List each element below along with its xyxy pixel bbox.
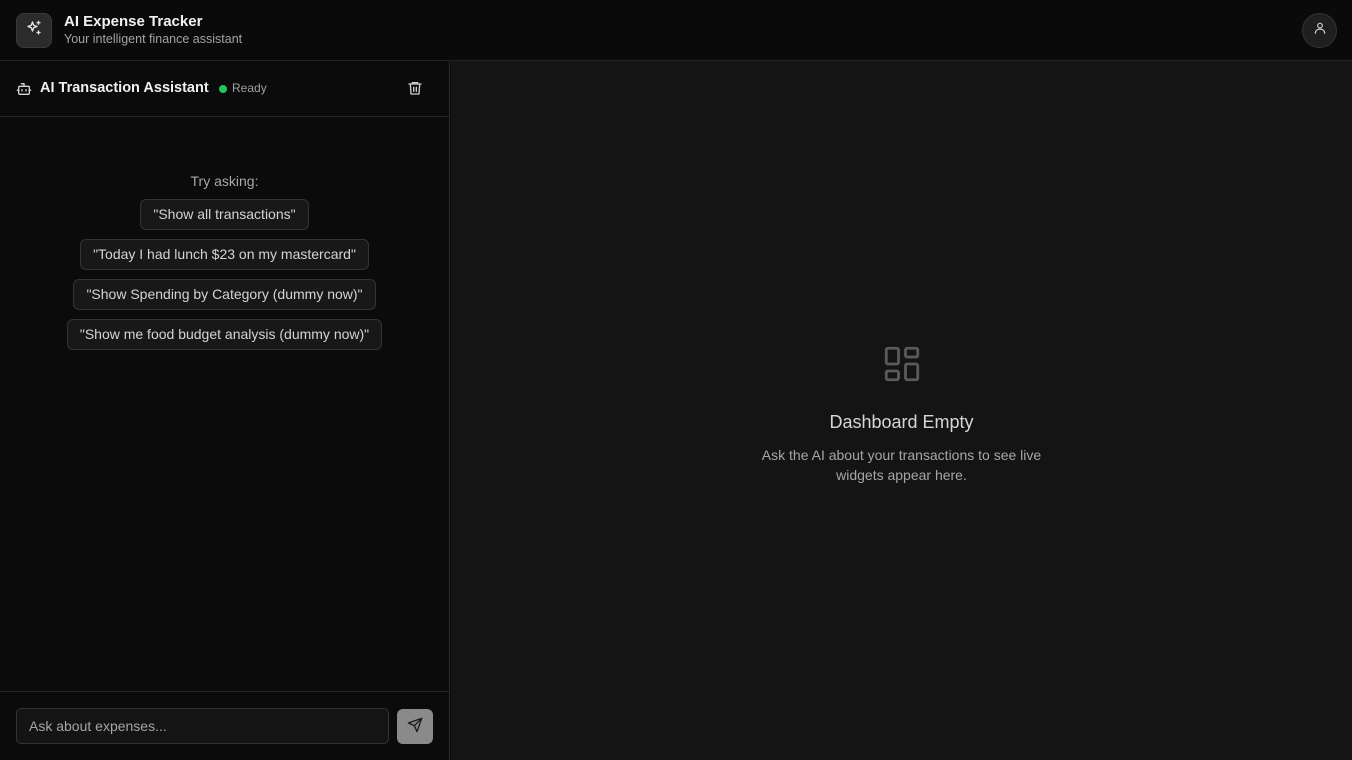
app-subtitle: Your intelligent finance assistant <box>64 32 243 46</box>
dashboard-empty-description: Ask the AI about your transactions to se… <box>761 447 1042 483</box>
send-icon <box>407 717 423 736</box>
sparkles-icon <box>25 19 43 42</box>
app-root: AI Expense Tracker Your intelligent fina… <box>0 0 1352 760</box>
send-button[interactable] <box>397 709 433 744</box>
app-title: AI Expense Tracker <box>64 13 203 30</box>
bot-icon <box>16 81 32 97</box>
assistant-title: AI Transaction Assistant <box>40 80 209 96</box>
suggestions-list: Try asking: "Show all transactions" "Tod… <box>0 173 449 359</box>
layout-dashboard-icon <box>881 343 923 390</box>
clear-chat-button[interactable] <box>404 79 426 101</box>
status-indicator-dot <box>219 85 227 93</box>
dashboard-empty-title: Dashboard Empty <box>829 412 974 432</box>
app-header: AI Expense Tracker Your intelligent fina… <box>0 0 1352 61</box>
dashboard-panel: Dashboard Empty Ask the AI about your tr… <box>451 61 1352 760</box>
app-logo <box>16 13 52 48</box>
suggestion-chip[interactable]: "Show all transactions" <box>140 199 309 230</box>
chat-input[interactable] <box>16 708 389 744</box>
user-icon <box>1313 21 1327 40</box>
suggestion-chip[interactable]: "Show me food budget analysis (dummy now… <box>66 319 383 350</box>
chat-panel: AI Transaction Assistant Ready Try askin… <box>0 61 450 760</box>
profile-button[interactable] <box>1302 13 1337 48</box>
chat-input-bar <box>0 691 449 760</box>
suggestion-chip[interactable]: "Show Spending by Category (dummy now)" <box>73 279 376 310</box>
dashboard-empty-state: Dashboard Empty Ask the AI about your tr… <box>451 343 1352 485</box>
trash-icon <box>407 80 423 101</box>
suggestions-label: Try asking: <box>190 173 259 189</box>
suggestion-chip[interactable]: "Today I had lunch $23 on my mastercard" <box>80 239 369 270</box>
status-text: Ready <box>232 81 267 95</box>
assistant-header: AI Transaction Assistant Ready <box>0 61 449 117</box>
